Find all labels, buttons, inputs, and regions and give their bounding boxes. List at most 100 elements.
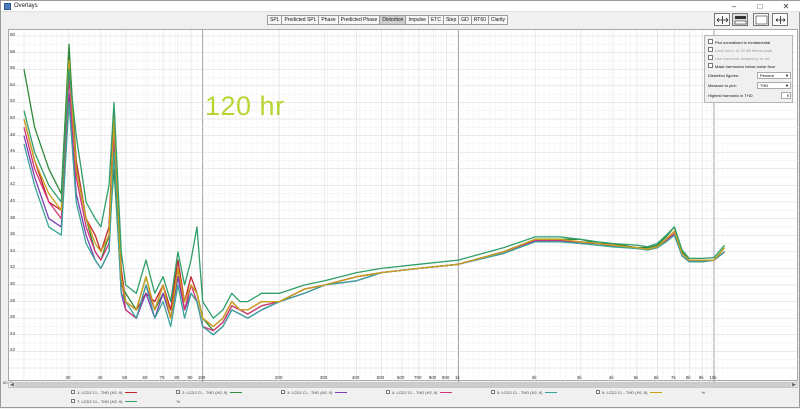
y-tick-label: 22	[10, 347, 16, 353]
legend-item[interactable]: 2: LCD2 Cl... THD (H2..9)%	[176, 389, 285, 397]
legend-label: 5: LCD2 Cl... THD (H2..9)	[497, 390, 543, 395]
tab-step[interactable]: Step	[442, 15, 459, 25]
mask-harmonics-checkbox[interactable]: Mask harmonics below noise floor	[708, 63, 775, 70]
legend-swatch	[544, 392, 557, 394]
y-tick-label: 44	[10, 164, 16, 170]
x-tick-label: 9k	[698, 375, 704, 380]
x-tick-label: 100	[197, 375, 206, 380]
legend-swatch	[124, 392, 137, 394]
measure-to-plot-label: Measure to plot:	[708, 83, 737, 88]
x-tick-label: 4k	[608, 375, 614, 380]
x-tick-label: 50	[122, 375, 128, 380]
tab-phase[interactable]: Phase	[318, 15, 338, 25]
limit-norm-checkbox[interactable]: Limit norm. to 30 dB below peak	[708, 47, 772, 54]
y-tick-label: 34	[10, 247, 16, 253]
legend-label: 1: LCD2 Cl... THD (H2..9)	[77, 390, 123, 395]
highest-harmonic-label: Highest harmonic in THD	[708, 93, 753, 98]
single-view-icon[interactable]	[753, 13, 769, 26]
chart-svg	[9, 30, 799, 382]
x-tick-label: 1k	[454, 375, 460, 380]
legend-label: 3: LCD2 Cl... THD (H2..9)	[287, 390, 333, 395]
minimize-icon[interactable]: –	[723, 1, 745, 12]
legend-item[interactable]: 6: LCD2 Cl... THD (H2..9)%	[596, 389, 705, 397]
close-icon[interactable]: ✕	[775, 1, 797, 12]
y-tick-label: 38	[10, 214, 16, 220]
tab-predicted-spl[interactable]: Predicted SPL	[281, 15, 319, 25]
y-tick-label: 46	[10, 148, 16, 154]
checkbox-icon[interactable]	[491, 389, 495, 394]
checkbox-icon[interactable]	[281, 389, 285, 394]
checkbox-icon[interactable]	[708, 39, 713, 45]
watermark-text: 120 hr	[205, 91, 285, 121]
checkbox-icon[interactable]	[71, 398, 75, 403]
x-tick-label: 400	[351, 375, 360, 380]
scrollbar-thumb[interactable]	[15, 383, 791, 387]
checkbox-icon[interactable]	[708, 63, 713, 69]
scroll-right-icon[interactable]: ▶	[792, 382, 796, 388]
series-line-1	[23, 51, 726, 328]
x-tick-label: 90	[187, 375, 193, 380]
tab-clarity[interactable]: Clarity	[487, 15, 509, 25]
y-tick-label: 30	[10, 281, 16, 286]
distortion-plot[interactable]	[8, 29, 799, 382]
plot-normalised-checkbox[interactable]: Plot normalised to fundamental	[708, 39, 770, 46]
maximize-icon[interactable]: □	[749, 1, 771, 12]
checkbox-icon[interactable]	[596, 389, 600, 394]
checkbox-icon[interactable]	[708, 55, 713, 61]
title-bar: Overlays – □ ✕	[1, 1, 800, 12]
x-tick-label: 3k	[576, 375, 582, 380]
use-harmonic-freq-checkbox[interactable]: Use harmonic frequency as ref	[708, 55, 769, 62]
legend-swatch	[439, 392, 452, 394]
y-tick-label: 60	[10, 32, 16, 37]
x-tick-label: 300	[319, 375, 328, 380]
legend-item[interactable]: 5: LCD2 Cl... THD (H2..9)%	[491, 389, 600, 397]
y-tick-label: 36	[10, 231, 16, 237]
window-title: Overlays	[14, 3, 38, 9]
chevron-down-icon: ▼	[785, 73, 789, 78]
checkbox-icon[interactable]	[176, 389, 180, 394]
series-line-4	[23, 76, 726, 332]
x-tick-label: 10k	[709, 375, 717, 380]
legend-unit: %	[176, 399, 181, 404]
legend-label: 7: LCD2 Cl... THD (H2..9)	[77, 399, 123, 404]
distortion-figures-label: Distortion figures:	[708, 73, 740, 78]
scroll-left-icon[interactable]: ◀	[10, 382, 14, 388]
y-tick-label: 48	[10, 131, 16, 137]
legend-item[interactable]: 3: LCD2 Cl... THD (H2..9)%	[281, 389, 390, 397]
overlays-window: Overlays – □ ✕ SPL Predicted SPL Phase Pred…	[0, 0, 800, 408]
y-tick-label: 58	[10, 48, 16, 54]
highest-harmonic-spinner[interactable]: 9	[781, 92, 791, 99]
legend-item[interactable]: 4: LCD2 Cl... THD (H2..9)%	[386, 389, 495, 397]
x-tick-label: 700	[413, 375, 422, 380]
app-icon	[4, 3, 11, 10]
tab-etc[interactable]: ETC	[427, 15, 443, 25]
tab-predicted-phase[interactable]: Predicted Phase	[337, 15, 380, 25]
horizontal-scrollbar[interactable]: ◀ ▶	[8, 382, 798, 388]
measure-to-plot-select[interactable]: THD ▼	[757, 82, 791, 89]
x-tick-label: 40	[97, 375, 103, 380]
distortion-figures-select[interactable]: Percent ▼	[757, 72, 791, 79]
legend-swatch	[229, 392, 242, 394]
legend-item[interactable]: 1: LCD2 Cl... THD (H2..9)%	[71, 389, 180, 397]
split-view-icon[interactable]	[732, 13, 748, 26]
x-tick-label: 800	[428, 375, 437, 380]
checkbox-icon[interactable]	[708, 47, 713, 53]
tab-spl[interactable]: SPL	[267, 15, 282, 25]
legend: 1: LCD2 Cl... THD (H2..9)%7: LCD2 Cl... …	[1, 389, 800, 409]
checkbox-icon[interactable]	[71, 389, 75, 394]
legend-swatch	[334, 392, 347, 394]
zoom-icon[interactable]	[772, 13, 788, 26]
tab-rt60[interactable]: RT60	[470, 15, 488, 25]
x-tick-label: 5k	[633, 375, 639, 380]
tab-gd[interactable]: GD	[458, 15, 471, 25]
x-tick-label: 30	[65, 375, 71, 380]
legend-item[interactable]: 7: LCD2 Cl... THD (H2..9)%	[71, 398, 180, 406]
y-tick-label: 42	[10, 181, 16, 187]
tab-impulse[interactable]: Impulse	[405, 15, 428, 25]
x-tick-label: 60	[142, 375, 148, 380]
y-tick-label: 40	[10, 198, 16, 203]
y-tick-label: 52	[10, 98, 16, 104]
fit-all-icon[interactable]	[714, 13, 730, 26]
checkbox-icon[interactable]	[386, 389, 390, 394]
tab-distortion[interactable]: Distortion	[379, 15, 406, 25]
